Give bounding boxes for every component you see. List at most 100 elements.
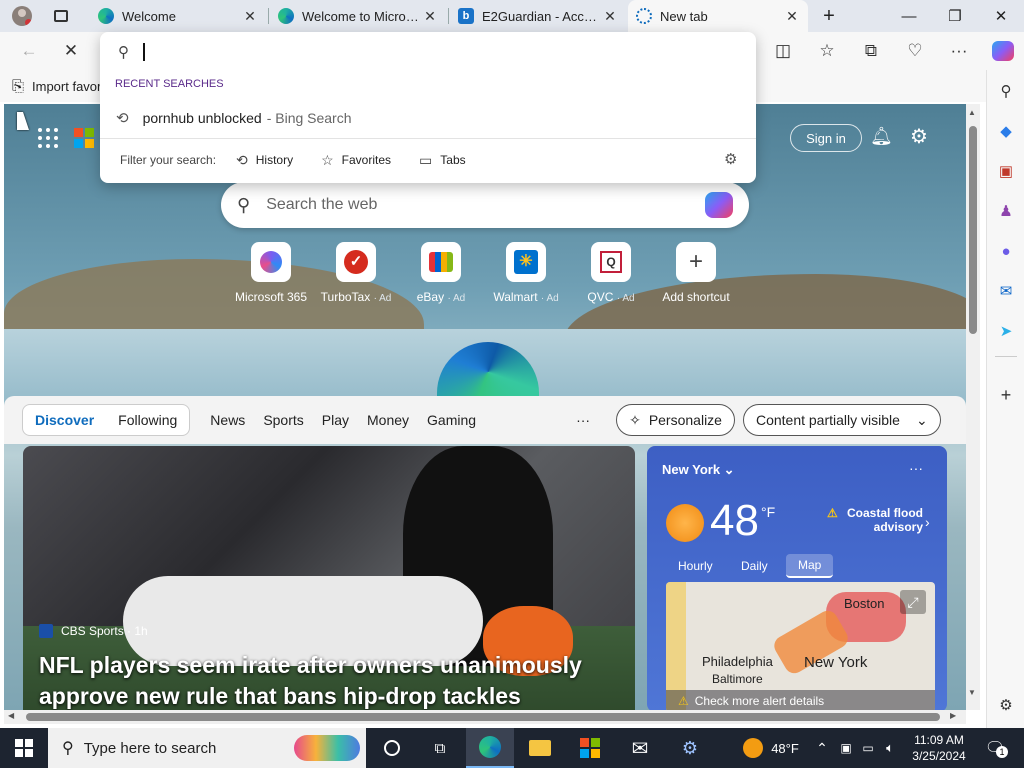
add-sidebar-app-icon[interactable]: +: [995, 384, 1017, 406]
address-input[interactable]: [143, 43, 343, 61]
scrollbar-thumb[interactable]: [969, 126, 977, 334]
scrollbar-thumb[interactable]: [26, 713, 940, 721]
scroll-up-arrow-icon[interactable]: ▲: [968, 108, 976, 117]
more-options-button[interactable]: ···: [576, 412, 590, 428]
news-source-label: CBS Sports · 1h: [61, 624, 148, 638]
performance-icon[interactable]: ♡: [900, 36, 930, 66]
tab-play[interactable]: Play: [322, 412, 349, 428]
quick-link-label: QVC: [587, 290, 614, 304]
quick-link-microsoft365[interactable]: Microsoft 365: [226, 242, 316, 304]
volume-icon[interactable]: 🔈︎: [880, 728, 900, 768]
weather-more-icon[interactable]: ···: [909, 460, 923, 476]
web-search-box[interactable]: ⚲ Search the web: [221, 182, 749, 228]
taskbar-weather[interactable]: 48°F: [736, 728, 806, 768]
chevron-right-icon[interactable]: ›: [925, 514, 930, 530]
taskbar-clock[interactable]: 11:09 AM 3/25/2024: [906, 732, 972, 764]
search-icon[interactable]: ⚲: [995, 80, 1017, 102]
personalize-button[interactable]: ✧ Personalize: [616, 404, 735, 436]
settings-more-icon[interactable]: ···: [944, 36, 974, 66]
outlook-icon[interactable]: ✉: [995, 280, 1017, 302]
check-alert-details[interactable]: ⚠ Check more alert details: [666, 690, 935, 710]
tab-discover[interactable]: Discover: [35, 412, 94, 428]
tab-sports[interactable]: Sports: [263, 412, 303, 428]
news-headline[interactable]: NFL players seem irate after owners unan…: [39, 650, 629, 710]
weather-tab-hourly[interactable]: Hourly: [666, 554, 725, 578]
drop-icon[interactable]: ➤: [995, 320, 1017, 342]
split-screen-icon[interactable]: ◫: [768, 36, 798, 66]
quick-link-walmart[interactable]: ✳ Walmart · Ad: [481, 242, 571, 304]
stop-loading-button[interactable]: ✕: [56, 36, 86, 66]
add-shortcut[interactable]: + Add shortcut: [651, 242, 741, 304]
weather-map[interactable]: ⤢ Boston Philadelphia New York Baltimore…: [666, 582, 935, 710]
close-window-button[interactable]: ✕: [978, 0, 1024, 32]
import-favorites-icon[interactable]: ⎘: [12, 78, 24, 95]
profile-icon[interactable]: [12, 6, 32, 26]
games-icon[interactable]: ♟: [995, 200, 1017, 222]
weather-card[interactable]: New York ⌄ ··· 48 °F ⚠ Coastal flood adv…: [647, 446, 947, 710]
show-hidden-icons-icon[interactable]: ⌃: [812, 728, 832, 768]
tab-gaming[interactable]: Gaming: [427, 412, 476, 428]
sidebar-settings-icon[interactable]: ⚙: [995, 694, 1017, 716]
content-visibility-dropdown[interactable]: Content partially visible ⌄: [742, 404, 941, 436]
taskbar-edge-icon[interactable]: [466, 728, 514, 768]
expand-map-icon[interactable]: ⤢: [900, 590, 926, 614]
taskbar-search-box[interactable]: ⚲ Type here to search: [48, 728, 366, 768]
meet-now-icon[interactable]: ▣: [836, 728, 856, 768]
restore-button[interactable]: ❐: [932, 0, 978, 32]
filter-history-button[interactable]: ⟲ History: [236, 152, 293, 169]
apps-launcher-icon[interactable]: [38, 128, 58, 148]
tab-e2guardian[interactable]: b E2Guardian - Access Denied ✕: [450, 0, 626, 32]
vertical-scrollbar[interactable]: ▲ ▼: [966, 104, 980, 710]
close-tab-icon[interactable]: ✕: [602, 8, 618, 25]
shopping-icon[interactable]: ◆: [995, 120, 1017, 142]
notifications-bell-icon[interactable]: 🔔︎: [870, 126, 893, 147]
tab-new-tab[interactable]: New tab ✕: [628, 0, 808, 32]
weather-tab-daily[interactable]: Daily: [729, 554, 780, 578]
filter-favorites-button[interactable]: ☆ Favorites: [321, 152, 391, 169]
minimize-button[interactable]: —: [886, 0, 932, 32]
scroll-left-arrow-icon[interactable]: ◀: [8, 711, 14, 720]
favorites-icon[interactable]: ☆: [812, 36, 842, 66]
microsoft365-icon[interactable]: ●: [995, 240, 1017, 262]
address-input-row[interactable]: ⚲: [100, 32, 756, 72]
copilot-icon[interactable]: [705, 192, 733, 218]
tab-news[interactable]: News: [210, 412, 245, 428]
tab-welcome[interactable]: Welcome ✕: [90, 0, 266, 32]
weather-alert[interactable]: ⚠ Coastal flood advisory: [827, 506, 923, 534]
cortana-icon[interactable]: [372, 728, 412, 768]
close-tab-icon[interactable]: ✕: [784, 8, 800, 25]
quick-link-turbotax[interactable]: ✓ TurboTax · Ad: [311, 242, 401, 304]
task-view-icon[interactable]: ⧉: [420, 728, 460, 768]
start-button[interactable]: [0, 728, 48, 768]
dropdown-settings-gear-icon[interactable]: ⚙: [724, 150, 737, 168]
close-tab-icon[interactable]: ✕: [422, 8, 438, 25]
network-icon[interactable]: ▭: [858, 728, 878, 768]
scroll-right-arrow-icon[interactable]: ▶: [950, 711, 956, 720]
sign-in-button[interactable]: Sign in: [790, 124, 862, 152]
scroll-down-arrow-icon[interactable]: ▼: [968, 688, 976, 697]
quick-link-qvc[interactable]: Q QVC · Ad: [566, 242, 656, 304]
app-icon[interactable]: ⚙: [666, 728, 714, 768]
tab-money[interactable]: Money: [367, 412, 409, 428]
quick-link-ebay[interactable]: eBay · Ad: [396, 242, 486, 304]
page-settings-gear-icon[interactable]: ⚙: [910, 124, 928, 149]
weather-tab-map[interactable]: Map: [786, 554, 834, 578]
tab-following[interactable]: Following: [118, 412, 177, 428]
weather-location[interactable]: New York ⌄: [662, 462, 735, 478]
back-button[interactable]: ←: [14, 36, 44, 66]
news-card[interactable]: CBS Sports · 1h NFL players seem irate a…: [23, 446, 635, 710]
tab-actions-icon[interactable]: [46, 1, 76, 31]
copilot-icon[interactable]: [988, 36, 1018, 66]
horizontal-scrollbar[interactable]: ◀ ▶: [4, 710, 966, 724]
close-tab-icon[interactable]: ✕: [242, 8, 258, 25]
collections-icon[interactable]: ⧉: [856, 36, 886, 66]
tab-welcome-edge[interactable]: Welcome to Microsoft Edge ✕: [270, 0, 446, 32]
microsoft-store-icon[interactable]: [566, 728, 614, 768]
recent-search-item[interactable]: ⟲ pornhub unblocked - Bing Search: [100, 106, 756, 130]
new-tab-button[interactable]: +: [806, 0, 852, 32]
tools-icon[interactable]: ▣: [995, 160, 1017, 182]
file-explorer-icon[interactable]: [516, 728, 564, 768]
mail-icon[interactable]: ✉: [616, 728, 664, 768]
notification-center-icon[interactable]: 🗨︎ 1: [980, 728, 1010, 768]
filter-tabs-button[interactable]: ▭ Tabs: [419, 152, 466, 169]
